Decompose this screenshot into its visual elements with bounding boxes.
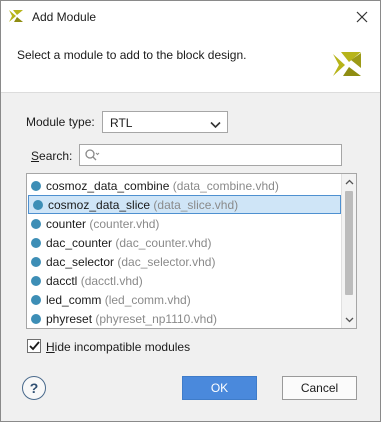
module-dot-icon — [31, 238, 41, 248]
module-dot-icon — [31, 257, 41, 267]
module-label: dac_counter (dac_counter.vhd) — [46, 236, 211, 250]
list-item[interactable]: dac_selector (dac_selector.vhd) — [28, 252, 341, 271]
vivado-logo-icon — [331, 48, 363, 80]
list-item[interactable]: dac_counter (dac_counter.vhd) — [28, 233, 341, 252]
chevron-down-icon — [210, 118, 221, 132]
close-icon[interactable] — [352, 7, 372, 27]
module-type-label: Module type: — [26, 115, 95, 129]
help-button[interactable]: ? — [22, 376, 46, 400]
list-item[interactable]: counter (counter.vhd) — [28, 214, 341, 233]
hide-incompatible-label[interactable]: Hide incompatible modules — [46, 340, 190, 354]
module-file: (dacctl.vhd) — [80, 274, 143, 288]
module-type-select[interactable]: RTL — [102, 111, 228, 133]
module-dot-icon — [31, 276, 41, 286]
module-name: dac_counter — [46, 236, 113, 250]
module-name: cosmoz_data_combine — [46, 179, 170, 193]
list-item[interactable]: dacctl (dacctl.vhd) — [28, 271, 341, 290]
module-file: (data_slice.vhd) — [153, 198, 239, 212]
vertical-scrollbar[interactable] — [341, 174, 356, 328]
module-file: (phyreset_np1110.vhd) — [95, 312, 218, 326]
module-file: (counter.vhd) — [89, 217, 160, 231]
dialog-header: Select a module to add to the block desi… — [1, 33, 380, 93]
search-label: Search: — [31, 149, 73, 163]
module-label: cosmoz_data_combine (data_combine.vhd) — [46, 179, 279, 193]
module-dot-icon — [31, 295, 41, 305]
search-input[interactable] — [102, 147, 338, 163]
scroll-down-icon[interactable] — [342, 313, 356, 327]
module-label: dac_selector (dac_selector.vhd) — [46, 255, 215, 269]
module-label: phyreset (phyreset_np1110.vhd) — [46, 312, 217, 326]
module-label: counter (counter.vhd) — [46, 217, 159, 231]
module-label: dacctl (dacctl.vhd) — [46, 274, 143, 288]
search-field[interactable] — [79, 144, 342, 166]
vivado-logo-icon — [8, 8, 24, 24]
cancel-button[interactable]: Cancel — [282, 376, 357, 400]
module-name: cosmoz_data_slice — [48, 198, 151, 212]
module-file: (led_comm.vhd) — [104, 293, 191, 307]
module-name: led_comm — [46, 293, 102, 307]
module-name: counter — [46, 217, 87, 231]
module-list[interactable]: cosmoz_data_combine (data_combine.vhd) co… — [26, 173, 357, 329]
module-name: dac_selector — [46, 255, 115, 269]
add-module-dialog: Add Module Select a module to add to the… — [0, 0, 381, 422]
module-file: (dac_selector.vhd) — [117, 255, 216, 269]
search-icon — [84, 148, 100, 165]
title-bar[interactable]: Add Module — [1, 1, 380, 33]
module-dot-icon — [33, 200, 43, 210]
module-type-value: RTL — [110, 116, 133, 130]
scrollbar-thumb[interactable] — [345, 191, 353, 295]
hide-incompatible-checkbox[interactable] — [27, 339, 41, 353]
module-label: cosmoz_data_slice (data_slice.vhd) — [48, 198, 238, 212]
list-item[interactable]: led_comm (led_comm.vhd) — [28, 290, 341, 309]
module-file: (data_combine.vhd) — [172, 179, 279, 193]
module-dot-icon — [31, 181, 41, 191]
list-item[interactable]: cosmoz_data_slice (data_slice.vhd) — [28, 195, 341, 214]
header-description: Select a module to add to the block desi… — [17, 48, 247, 62]
module-label: led_comm (led_comm.vhd) — [46, 293, 191, 307]
list-item[interactable]: cosmoz_data_combine (data_combine.vhd) — [28, 176, 341, 195]
ok-button[interactable]: OK — [182, 376, 257, 400]
window-title: Add Module — [32, 10, 97, 24]
module-file: (dac_counter.vhd) — [115, 236, 212, 250]
scroll-up-icon[interactable] — [342, 175, 356, 189]
module-name: phyreset — [46, 312, 93, 326]
module-dot-icon — [31, 314, 41, 324]
list-item[interactable]: phyreset (phyreset_np1110.vhd) — [28, 309, 341, 328]
checkmark-icon — [28, 341, 40, 351]
module-name: dacctl — [46, 274, 78, 288]
module-dot-icon — [31, 219, 41, 229]
